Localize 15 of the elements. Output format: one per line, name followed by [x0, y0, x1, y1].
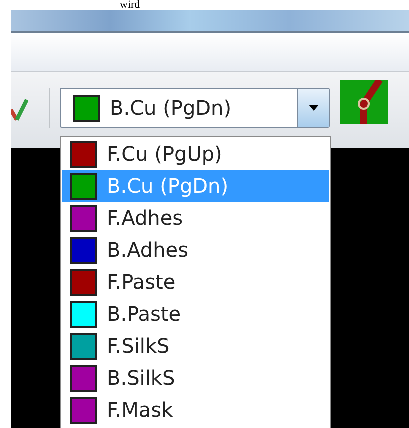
combo-value: B.Cu (PgDn) — [110, 95, 232, 122]
layer-label: F.Paste — [107, 269, 176, 296]
layer-label: F.Adhes — [107, 205, 184, 232]
dropdown-button[interactable] — [297, 89, 329, 127]
layer-label: F.Cu (PgUp) — [107, 141, 222, 168]
layer-label: B.Paste — [107, 301, 182, 328]
layer-combo[interactable]: B.Cu (PgDn) — [60, 88, 330, 128]
layer-label: B.SilkS — [107, 365, 176, 392]
caret-icon — [308, 105, 318, 111]
layer-label: B.Cu (PgDn) — [107, 173, 229, 200]
route-track-icon[interactable] — [340, 80, 388, 124]
layer-label: B.Adhes — [107, 237, 189, 264]
layer-label: F.SilkS — [107, 333, 170, 360]
layer-label: F.Mask — [107, 397, 174, 424]
caption-text: wird — [120, 0, 140, 10]
